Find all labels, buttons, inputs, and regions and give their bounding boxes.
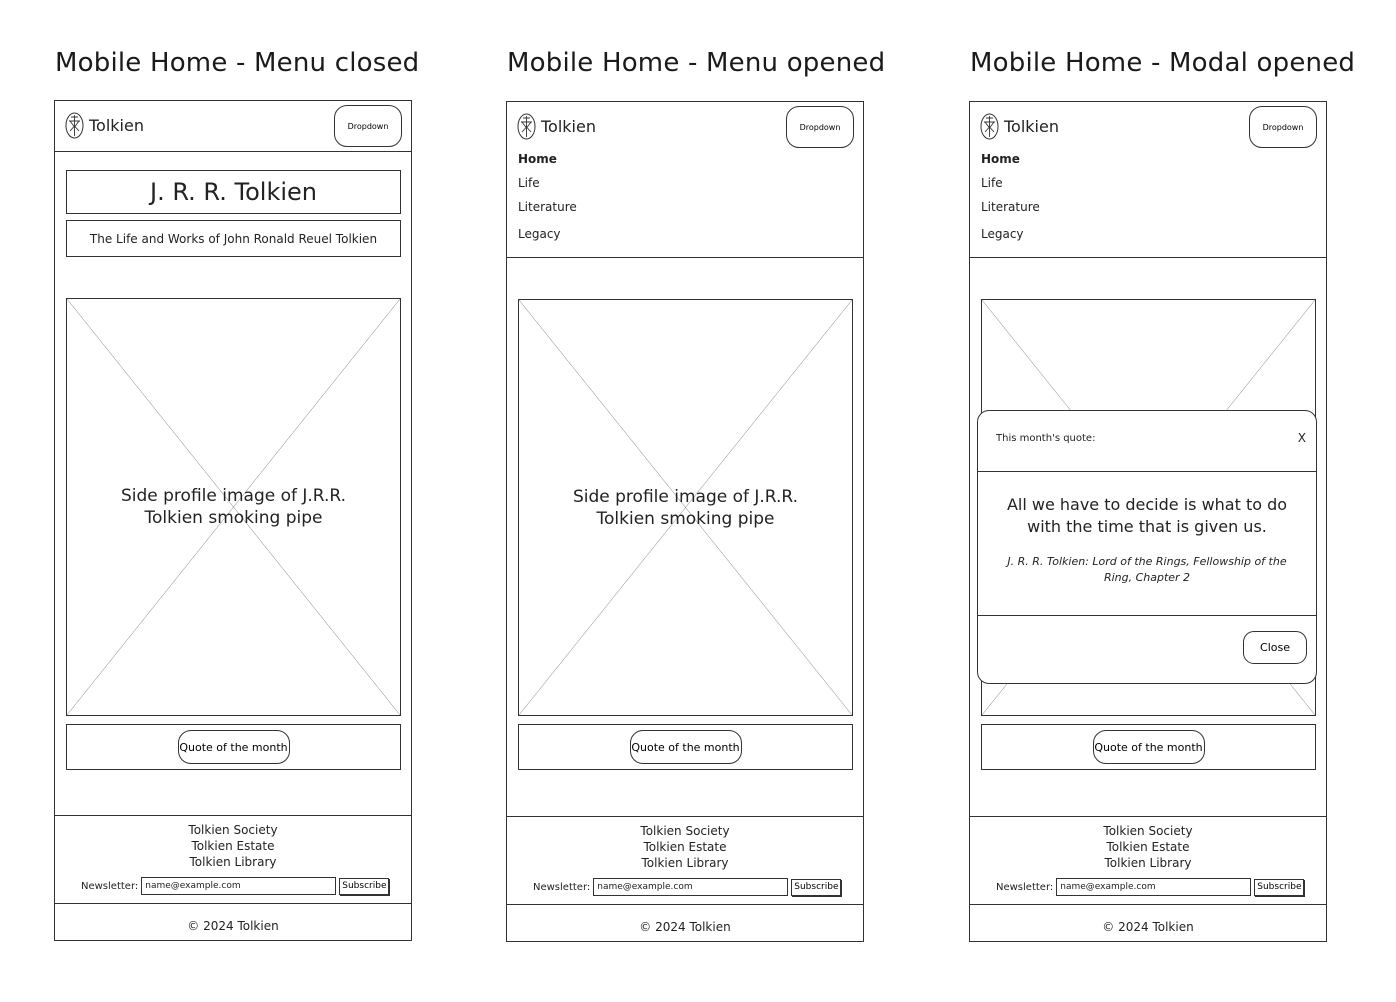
tolkien-monogram-icon: [517, 113, 536, 140]
footer-link-estate[interactable]: Tolkien Estate: [507, 839, 863, 855]
newsletter-label: Newsletter:: [996, 881, 1054, 893]
menu-item-legacy[interactable]: Legacy: [518, 227, 561, 241]
newsletter-label: Newsletter:: [533, 881, 591, 893]
copyright: © 2024 Tolkien: [639, 919, 731, 934]
modal-close-x-icon[interactable]: X: [1298, 431, 1306, 445]
quote-section: Quote of the month: [981, 724, 1316, 770]
quote-of-month-button[interactable]: Quote of the month: [1092, 730, 1205, 764]
footer: Tolkien Society Tolkien Estate Tolkien L…: [970, 816, 1326, 905]
navbar: Tolkien Dropdown: [55, 101, 411, 152]
menu-item-legacy[interactable]: Legacy: [981, 227, 1024, 241]
brand-name[interactable]: Tolkien: [541, 117, 596, 136]
menu-item-home[interactable]: Home: [518, 152, 557, 166]
quote-modal: This month's quote: X All we have to dec…: [977, 410, 1317, 684]
navbar: Tolkien Dropdown Home Life Literature Le…: [507, 102, 863, 258]
quote-of-month-button[interactable]: Quote of the month: [629, 730, 742, 764]
panel-title-menu-opened: Mobile Home - Menu opened: [507, 48, 886, 78]
dropdown-button[interactable]: Dropdown: [786, 106, 854, 148]
dropdown-button[interactable]: Dropdown: [1249, 106, 1317, 148]
footer-link-society[interactable]: Tolkien Society: [507, 823, 863, 839]
panel-title-menu-closed: Mobile Home - Menu closed: [55, 48, 420, 78]
menu-item-literature[interactable]: Literature: [981, 200, 1040, 214]
newsletter-label: Newsletter:: [81, 880, 139, 892]
newsletter-email-input[interactable]: [593, 878, 789, 896]
copyright: © 2024 Tolkien: [187, 918, 279, 933]
image-caption: Side profile image of J.R.R. Tolkien smo…: [120, 486, 347, 528]
footer-link-library[interactable]: Tolkien Library: [970, 855, 1326, 871]
newsletter-email-input[interactable]: [1056, 878, 1252, 896]
image-caption: Side profile image of J.R.R. Tolkien smo…: [572, 486, 799, 529]
phone-frame-menu-closed: Tolkien Dropdown J. R. R. Tolkien The Li…: [54, 100, 412, 941]
footer-link-society[interactable]: Tolkien Society: [55, 822, 411, 838]
modal-close-button[interactable]: Close: [1243, 631, 1307, 664]
modal-quote-citation: J. R. R. Tolkien: Lord of the Rings, Fel…: [1007, 555, 1287, 584]
image-placeholder: Side profile image of J.R.R. Tolkien smo…: [66, 298, 401, 716]
brand-name[interactable]: Tolkien: [89, 116, 144, 135]
quote-section: Quote of the month: [518, 724, 853, 770]
footer: Tolkien Society Tolkien Estate Tolkien L…: [507, 816, 863, 905]
modal-quote-text: All we have to decide is what to do with…: [1006, 495, 1288, 536]
footer-link-library[interactable]: Tolkien Library: [55, 854, 411, 870]
tolkien-monogram-icon: [980, 113, 999, 140]
copyright: © 2024 Tolkien: [1102, 919, 1194, 934]
footer-link-society[interactable]: Tolkien Society: [970, 823, 1326, 839]
subscribe-button[interactable]: Subscribe: [339, 877, 390, 895]
footer-link-library[interactable]: Tolkien Library: [507, 855, 863, 871]
navbar: Tolkien Dropdown Home Life Literature Le…: [970, 102, 1326, 258]
menu-item-life[interactable]: Life: [518, 176, 540, 190]
phone-frame-menu-opened: Tolkien Dropdown Home Life Literature Le…: [506, 101, 864, 942]
menu-item-literature[interactable]: Literature: [518, 200, 577, 214]
footer-link-estate[interactable]: Tolkien Estate: [970, 839, 1326, 855]
modal-title: This month's quote:: [996, 433, 1096, 444]
panel-title-modal-opened: Mobile Home - Modal opened: [970, 48, 1356, 78]
footer-link-estate[interactable]: Tolkien Estate: [55, 838, 411, 854]
quote-of-month-button[interactable]: Quote of the month: [177, 730, 290, 764]
newsletter-form: Newsletter: Subscribe: [996, 878, 1305, 896]
menu-item-life[interactable]: Life: [981, 176, 1003, 190]
newsletter-form: Newsletter: Subscribe: [533, 878, 842, 896]
modal-body: All we have to decide is what to do with…: [978, 472, 1316, 616]
subscribe-button[interactable]: Subscribe: [1254, 878, 1305, 896]
dropdown-button[interactable]: Dropdown: [334, 105, 402, 147]
brand-name[interactable]: Tolkien: [1004, 117, 1059, 136]
image-placeholder: Side profile image of J.R.R. Tolkien smo…: [518, 299, 853, 716]
menu-item-home[interactable]: Home: [981, 152, 1020, 166]
page-subtitle: The Life and Works of John Ronald Reuel …: [66, 220, 401, 257]
footer: Tolkien Society Tolkien Estate Tolkien L…: [55, 815, 411, 904]
newsletter-form: Newsletter: Subscribe: [81, 877, 390, 895]
quote-section: Quote of the month: [66, 724, 401, 770]
subscribe-button[interactable]: Subscribe: [791, 878, 842, 896]
tolkien-monogram-icon: [65, 112, 84, 139]
newsletter-email-input[interactable]: [141, 877, 337, 895]
modal-header: This month's quote: X: [978, 411, 1316, 472]
page-title: J. R. R. Tolkien: [66, 170, 401, 214]
phone-frame-modal-opened: Tolkien Dropdown Home Life Literature Le…: [969, 101, 1327, 942]
